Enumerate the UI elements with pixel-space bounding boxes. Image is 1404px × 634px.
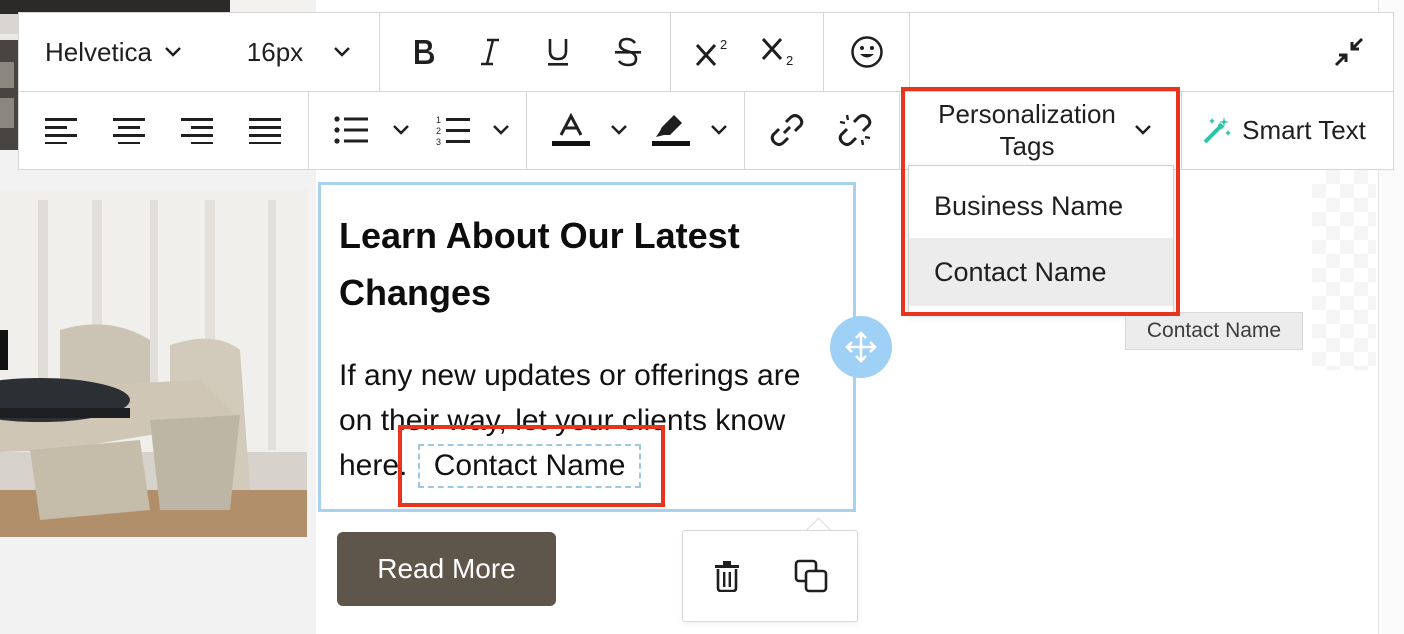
highlighter-icon (652, 113, 690, 147)
canvas-transparent-area (1312, 170, 1376, 370)
numbered-list-options[interactable] (487, 91, 515, 169)
collapse-toolbar-button[interactable] (1319, 13, 1379, 91)
align-center-icon (113, 116, 145, 144)
emoji-button[interactable] (841, 13, 893, 91)
subscript-button[interactable]: 2 (755, 13, 805, 91)
inserted-personalization-tag[interactable]: Contact Name (417, 444, 642, 488)
personalization-tags-dropdown[interactable]: Personalization Tags (909, 91, 1181, 169)
bold-button[interactable] (401, 13, 447, 91)
align-left-button[interactable] (41, 91, 81, 169)
strikethrough-button[interactable] (605, 13, 651, 91)
italic-button[interactable] (467, 13, 513, 91)
move-block-handle[interactable] (830, 316, 892, 378)
emoji-smile-icon (850, 35, 884, 69)
toolbar-row-1: Helvetica 16px 2 2 (19, 13, 1393, 92)
personalization-label-line1: Personalization (938, 99, 1116, 129)
read-more-button[interactable]: Read More (337, 532, 556, 606)
subscript-icon: 2 (760, 35, 800, 69)
align-right-button[interactable] (177, 91, 217, 169)
rich-text-toolbar: Helvetica 16px 2 2 1 2 3 Personalization… (18, 12, 1394, 170)
personalization-label-line2: Tags (999, 131, 1055, 161)
smart-text-button[interactable]: Smart Text (1189, 91, 1379, 169)
superscript-icon: 2 (694, 35, 734, 69)
insert-link-button[interactable] (765, 91, 809, 169)
smart-text-label: Smart Text (1242, 114, 1366, 145)
move-arrows-icon (844, 330, 878, 364)
duplicate-icon (794, 559, 828, 593)
svg-text:2: 2 (720, 37, 727, 52)
chevron-down-icon (1134, 124, 1152, 136)
align-justify-button[interactable] (245, 91, 285, 169)
chevron-down-icon (164, 46, 182, 58)
svg-text:2: 2 (786, 53, 793, 68)
font-size-select[interactable]: 16px (229, 13, 369, 91)
personalization-tags-menu: Business Name Contact Name (908, 165, 1174, 313)
highlight-color-button[interactable] (649, 91, 693, 169)
delete-block-button[interactable] (707, 537, 747, 615)
align-right-icon (181, 116, 213, 144)
numbered-list-icon: 123 (436, 114, 470, 146)
text-color-icon (552, 113, 590, 147)
chevron-down-icon (392, 124, 410, 136)
chevron-down-icon (333, 46, 351, 58)
text-color-button[interactable] (549, 91, 593, 169)
numbered-list-button[interactable]: 123 (433, 91, 473, 169)
duplicate-block-button[interactable] (789, 537, 833, 615)
trash-icon (713, 560, 741, 592)
menu-item-business-name[interactable]: Business Name (909, 172, 1173, 240)
svg-text:1: 1 (436, 115, 441, 125)
highlight-color-options[interactable] (705, 91, 733, 169)
italic-icon (478, 37, 502, 67)
block-actions-popover (682, 530, 858, 622)
underline-icon (545, 36, 571, 68)
bulleted-list-button[interactable] (331, 91, 371, 169)
bulleted-list-icon (334, 115, 368, 145)
chevron-down-icon (610, 124, 628, 136)
font-family-select[interactable]: Helvetica (29, 13, 207, 91)
menu-item-contact-name[interactable]: Contact Name (909, 238, 1173, 306)
content-body[interactable]: If any new updates or offerings are on t… (339, 353, 839, 488)
align-left-icon (45, 116, 77, 144)
toolbar-row-2: 123 Personalization Tags Smart Text (19, 91, 1393, 169)
bold-icon (410, 37, 438, 67)
content-heading[interactable]: Learn About Our Latest Changes (339, 207, 819, 321)
font-family-value: Helvetica (45, 36, 152, 67)
underline-button[interactable] (535, 13, 581, 91)
selected-text-block[interactable]: Learn About Our Latest Changes If any ne… (318, 182, 856, 512)
bulleted-list-options[interactable] (387, 91, 415, 169)
hover-tooltip: Contact Name (1125, 312, 1303, 350)
remove-link-button[interactable] (833, 91, 877, 169)
align-center-button[interactable] (109, 91, 149, 169)
link-icon (770, 113, 804, 147)
chevron-down-icon (492, 124, 510, 136)
svg-text:2: 2 (436, 126, 441, 136)
magic-wand-icon (1202, 115, 1232, 145)
align-justify-icon (249, 116, 281, 144)
superscript-button[interactable]: 2 (689, 13, 739, 91)
minimize-arrows-icon (1333, 36, 1365, 68)
svg-text:3: 3 (436, 137, 441, 146)
strikethrough-icon (613, 36, 643, 68)
unlink-icon (837, 112, 873, 148)
text-color-options[interactable] (605, 91, 633, 169)
chevron-down-icon (710, 124, 728, 136)
font-size-value: 16px (246, 36, 304, 67)
dining-room-image[interactable] (0, 190, 307, 537)
